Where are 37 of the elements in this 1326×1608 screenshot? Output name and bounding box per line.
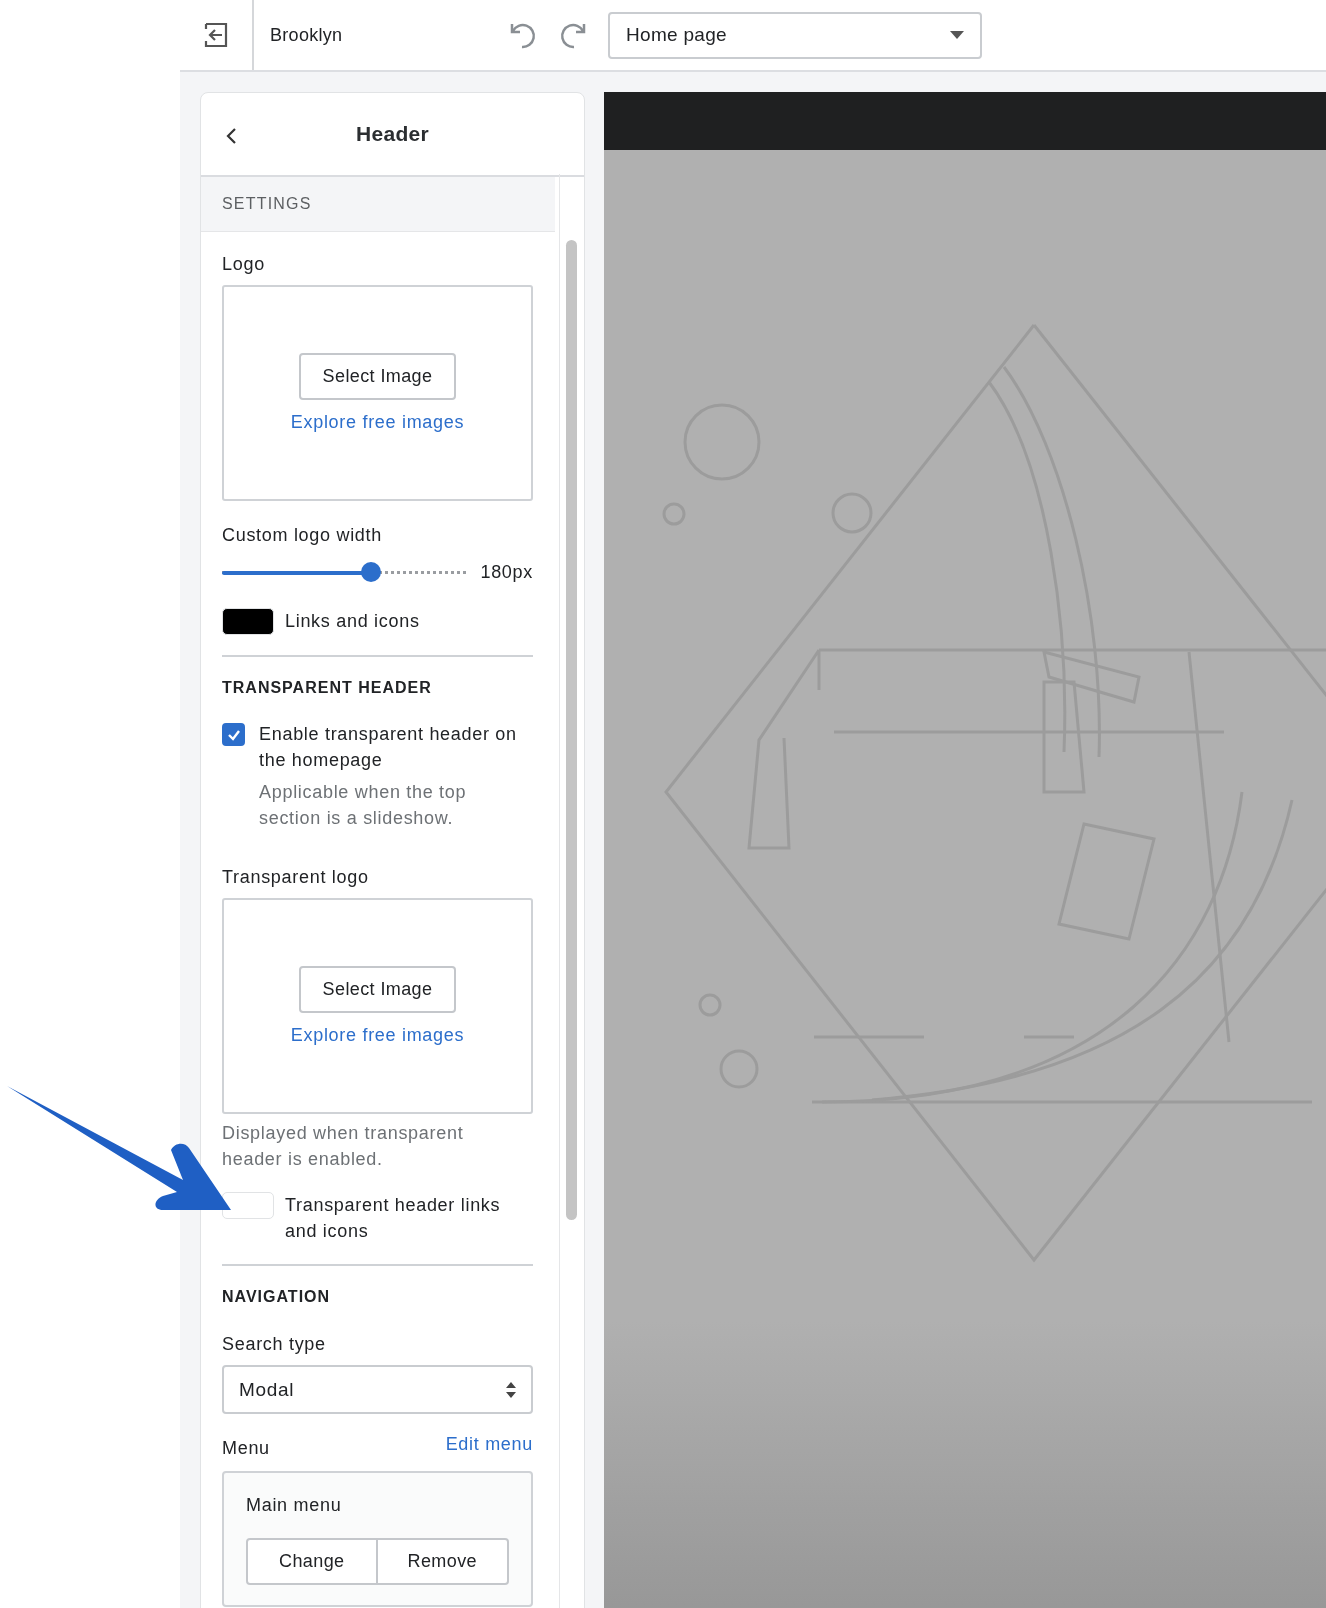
section-heading: SETTINGS [222,194,312,213]
panel-title: Header [355,121,430,146]
select-image-button[interactable]: Select Image [298,966,457,1013]
explore-images-link[interactable]: Explore free images [290,412,465,433]
slider-thumb[interactable] [361,562,382,582]
check-icon [226,728,241,741]
color-swatch[interactable] [222,608,274,635]
scrollbar[interactable] [566,240,577,1220]
field-label: Menu [222,1438,270,1459]
exit-icon[interactable] [202,21,230,49]
field-label: Custom logo width [222,525,382,546]
field-label: Search type [222,1334,326,1355]
menu-action-button[interactable]: Change [246,1538,378,1585]
menu-action-button[interactable]: Remove [377,1538,509,1585]
search-type-select[interactable]: Modal [222,1365,533,1414]
updown-icon [505,1380,517,1399]
help-text: Displayed when transparent header is enabled. [222,1122,465,1171]
page-select[interactable]: Home page [608,11,982,59]
caret-icon [950,31,964,39]
group-heading: NAVIGATION [222,1288,332,1306]
color-swatch[interactable] [222,1192,274,1219]
back-icon[interactable] [225,127,237,145]
select-image-button[interactable]: Select Image [298,353,457,400]
help-text: Applicable when the top section is a slideshow. [259,781,468,830]
menu-name: Main menu [246,1495,343,1516]
field-label: Links and icons [285,610,421,633]
edit-menu-link[interactable]: Edit menu [445,1434,533,1469]
group-heading: TRANSPARENT HEADER [222,679,433,697]
field-label: Logo [222,254,265,275]
store-name: Brooklyn [270,24,344,46]
checkbox-label: Enable transparent header on the homepage [259,723,518,772]
slider-value: 180px [480,561,533,583]
field-label: Transparent logo [222,867,369,888]
slider-track[interactable] [222,562,467,582]
explore-images-link[interactable]: Explore free images [290,1025,465,1046]
field-label: Transparent header links and icons [285,1194,502,1243]
checkbox[interactable] [222,723,245,746]
